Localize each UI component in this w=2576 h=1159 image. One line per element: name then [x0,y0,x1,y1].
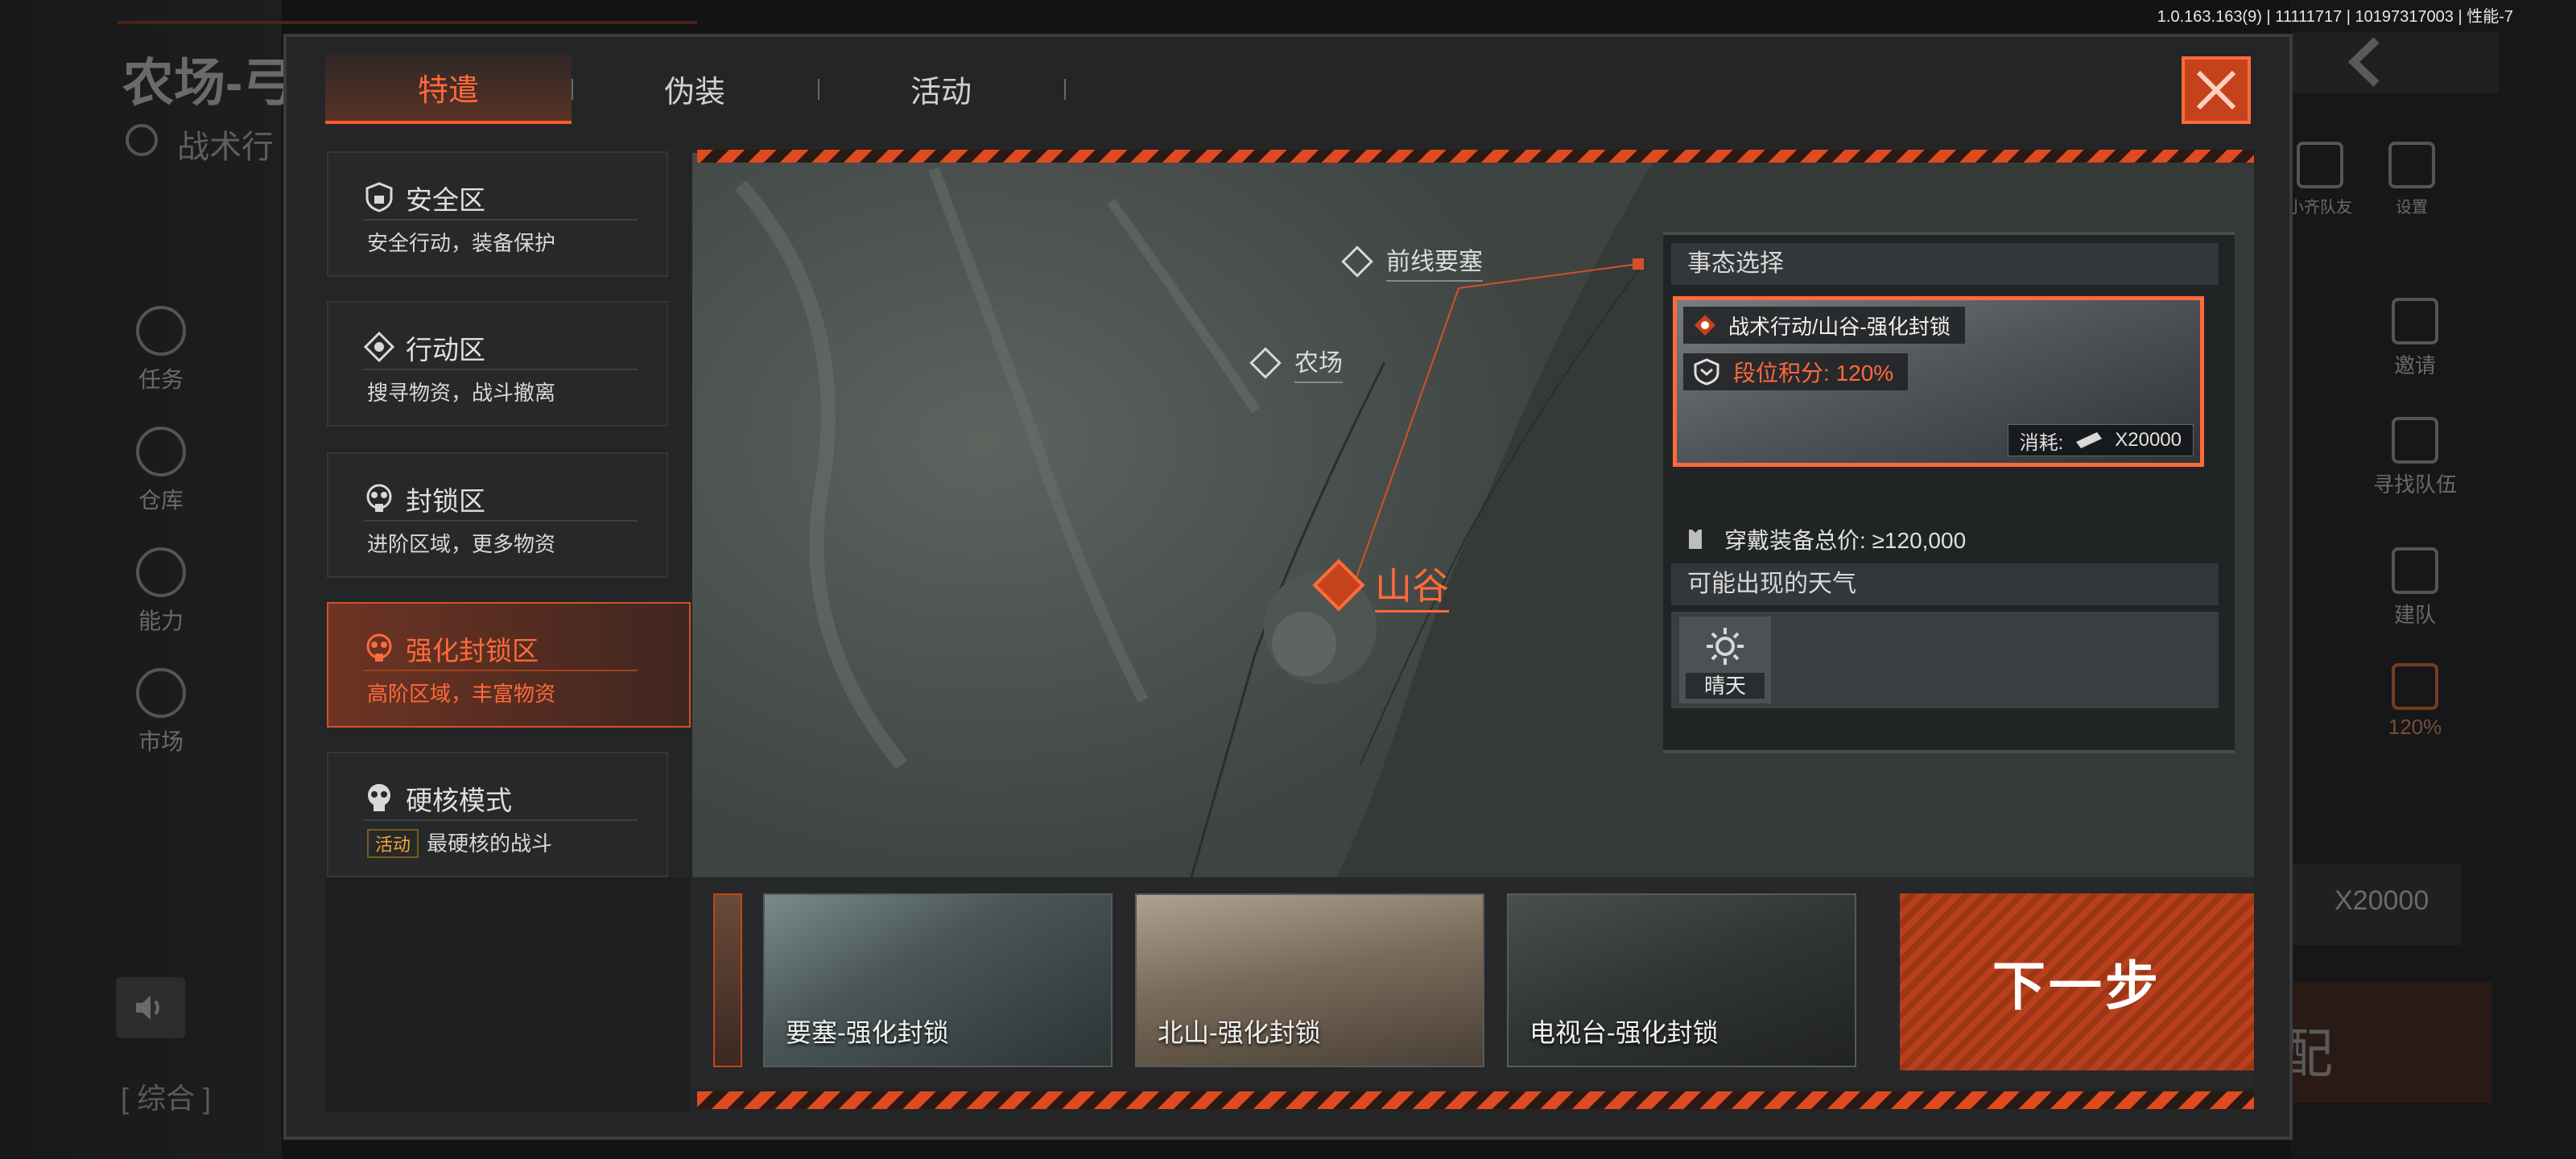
map-location-valley-selected[interactable]: 山谷 [1312,557,1449,612]
map-card-tv-station[interactable]: 电视台-强化封锁 [1507,893,1856,1067]
close-button[interactable] [2182,56,2251,124]
event-name-row: 战术行动/山谷-强化封锁 [1683,307,1965,344]
map-card-title: 要塞-强化封锁 [786,1018,949,1047]
divider [364,369,638,370]
background-nav-settings[interactable]: 设置 [2363,142,2460,218]
hazard-stripe-top [697,150,2254,163]
rank-icon [2392,663,2438,710]
background-nav-invite[interactable]: 邀请 [2367,298,2463,379]
tab-separator [1064,79,1066,100]
tab-disguise[interactable]: 伪装 [572,53,818,124]
selected-location-marker-icon [1312,558,1365,612]
close-icon [2196,70,2236,110]
next-step-button[interactable]: 下一步 [1900,893,2254,1070]
background-voice-button[interactable] [116,977,185,1038]
sun-icon [1707,628,1744,665]
tab-event[interactable]: 活动 [818,53,1064,124]
event-card[interactable]: 战术行动/山谷-强化封锁 段位积分: 120% 消耗: X20000 [1673,296,2204,467]
weather-section-header: 可能出现的天气 [1671,563,2219,605]
ticket-icon [2076,432,2103,448]
background-nav-ability[interactable]: 能力 [129,547,193,636]
skull-icon [368,784,390,811]
action-icon [364,332,394,362]
task-icon [136,306,186,356]
gasmask-icon [366,633,392,662]
map-card-title: 北山-强化封锁 [1158,1018,1321,1047]
zone-desc: 进阶区域，更多物资 [367,532,556,556]
zone-name: 安全区 [406,185,485,215]
zone-safe[interactable]: 安全区 安全行动，装备保护 [327,151,668,277]
zone-desc: 活动 最硬核的战斗 [367,827,552,858]
event-info-panel: 事态选择 战术行动/山谷-强化封锁 段位积分: 120% 消耗: X20000 … [1663,232,2235,753]
zone-hardcore[interactable]: 硬核模式 活动 最硬核的战斗 [327,752,668,877]
shield-icon [365,182,393,212]
background-top-right-bar [2293,32,2499,93]
back-arrow-icon[interactable] [2341,34,2389,90]
version-info: 1.0.163.163(9) | 11111717 | 10197317003 … [2157,8,2513,26]
zone-name: 行动区 [406,335,485,365]
background-progress-bar [118,21,697,24]
gasmask-icon [126,124,158,156]
hazard-stripe-bottom [697,1091,2254,1109]
zone-action[interactable]: 行动区 搜寻物资，战斗撤离 [327,301,668,427]
background-subtitle: 战术行 [177,130,274,165]
background-rank-badge: 120% [2367,663,2463,740]
gear-value-requirement: 穿戴装备总价: ≥120,000 [1686,523,1966,555]
location-marker-icon [1341,245,1373,278]
find-team-icon [2392,417,2438,464]
location-marker-icon [1249,347,1282,379]
background-nav-create-team[interactable]: 建队 [2367,547,2463,629]
zone-lockdown[interactable]: 封锁区 进阶区域，更多物资 [327,452,668,578]
map-card-title: 电视台-强化封锁 [1530,1018,1719,1047]
divider [364,520,638,522]
weather-item-sunny: 晴天 [1679,617,1771,703]
zone-desc: 高阶区域，丰富物资 [367,682,556,706]
divider [364,219,638,221]
background-title: 农场-弓 [122,54,295,112]
score-bonus-row: 段位积分: 120% [1683,353,1909,390]
background-nav-market[interactable]: 市场 [129,668,193,757]
weather-list: 晴天 [1671,612,2219,708]
zone-desc: 安全行动，装备保护 [367,231,556,255]
zone-enhanced-lockdown[interactable]: 强化封锁区 高阶区域，丰富物资 [327,602,691,728]
background-cost: X20000 [2334,885,2429,916]
zone-name: 封锁区 [406,486,485,516]
create-team-icon [2392,547,2438,594]
event-cost: 消耗: X20000 [2007,424,2194,456]
tab-special[interactable]: 特遣 [325,53,572,124]
map-card-north-mountain[interactable]: 北山-强化封锁 [1135,893,1484,1067]
armor-icon [1689,530,1702,549]
event-tag: 活动 [367,829,419,858]
ability-icon [136,547,186,597]
background-chat-channel[interactable]: [ 综合 ] [121,1075,211,1117]
market-icon [136,668,186,718]
background-nav-warehouse[interactable]: 仓库 [129,427,193,515]
event-type-icon [1695,315,1715,336]
rank-badge-icon [1694,358,1719,386]
settings-icon [2388,142,2435,188]
left-panel-footer [325,877,689,1112]
map-location-frontline-fortress[interactable]: 前线要塞 [1341,241,1483,282]
map-card-fortress[interactable]: 要塞-强化封锁 [763,893,1113,1067]
speaker-icon [136,996,159,1020]
divider [364,819,638,821]
event-section-header: 事态选择 [1671,243,2219,285]
divider [364,670,638,671]
background-nav-task[interactable]: 任务 [129,306,193,394]
gasmask-icon [366,484,392,512]
warehouse-icon [136,427,186,476]
zone-name: 强化封锁区 [406,636,539,666]
background-nav-find-team[interactable]: 寻找队伍 [2367,417,2463,498]
map-card-partial[interactable] [713,893,742,1067]
teammates-icon [2297,142,2343,188]
zone-name: 硬核模式 [406,786,512,815]
zone-desc: 搜寻物资，战斗撤离 [367,381,556,405]
invite-icon [2392,298,2438,344]
map-location-farm[interactable]: 农场 [1249,343,1343,383]
